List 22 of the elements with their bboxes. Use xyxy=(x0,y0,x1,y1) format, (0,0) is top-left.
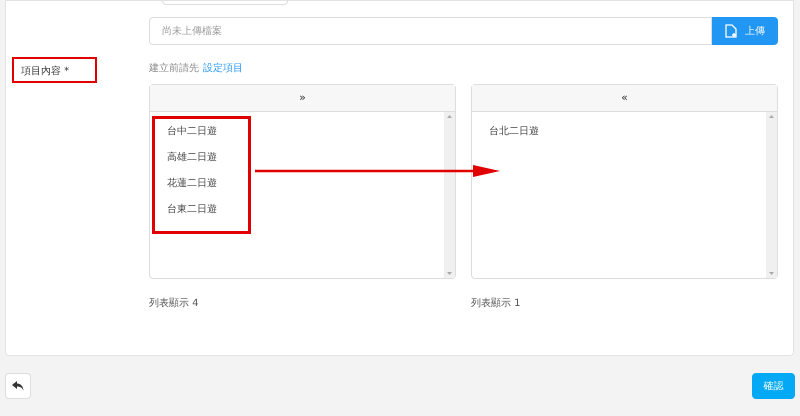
list-item[interactable]: 高雄二日遊 xyxy=(167,147,217,173)
list-item[interactable]: 台北二日遊 xyxy=(489,121,539,147)
scroll-up-icon xyxy=(769,115,774,118)
scroll-down-icon xyxy=(769,272,774,275)
list-item[interactable]: 花蓮二日遊 xyxy=(167,173,217,199)
scroll-down-icon xyxy=(447,272,452,275)
file-name-field[interactable]: 尚未上傳檔案 xyxy=(149,17,712,45)
count-text: 列表顯示 4 xyxy=(149,296,199,311)
count-text: 列表顯示 1 xyxy=(471,296,521,311)
list-item[interactable]: 台中二日遊 xyxy=(167,121,217,147)
file-add-icon xyxy=(725,24,737,38)
back-button[interactable] xyxy=(5,373,31,399)
list-item[interactable]: 台東二日遊 xyxy=(167,199,217,225)
scroll-up-icon xyxy=(447,115,452,118)
scrollbar[interactable] xyxy=(766,112,777,278)
field-label: 項目內容 * xyxy=(21,64,70,79)
partial-button[interactable] xyxy=(162,0,288,5)
scrollbar[interactable] xyxy=(444,112,455,278)
move-all-button[interactable]: » xyxy=(150,85,455,112)
move-all-button[interactable]: « xyxy=(472,85,777,112)
hint-text: 建立前請先 xyxy=(149,62,199,76)
undo-icon xyxy=(12,381,24,391)
